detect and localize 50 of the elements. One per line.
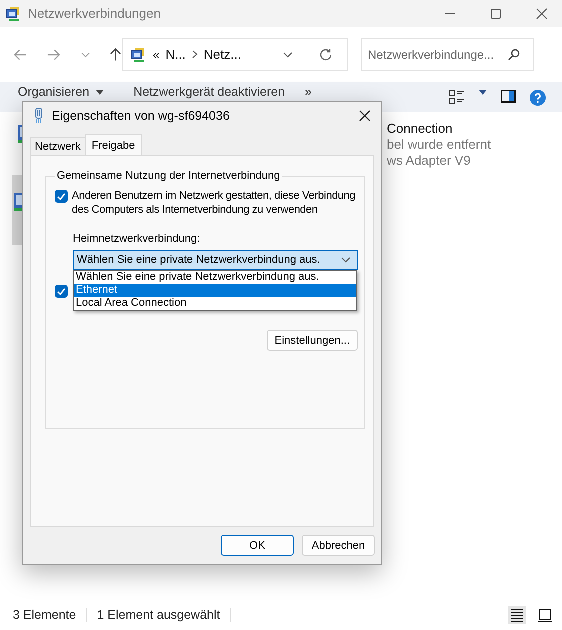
item-count: 3 Elemente xyxy=(13,608,76,622)
connection-status: bel wurde entfernt xyxy=(387,137,492,153)
breadcrumb[interactable]: N... xyxy=(166,47,186,62)
window-title: Netzwerkverbindungen xyxy=(28,6,161,21)
menu-button[interactable]: Organisieren xyxy=(18,85,104,99)
maximize-icon[interactable] xyxy=(490,8,502,20)
address-bar[interactable]: « N... Netz... xyxy=(122,38,348,71)
help-icon[interactable] xyxy=(530,90,546,106)
ok-button[interactable]: OK xyxy=(221,535,294,556)
dropdown-option[interactable]: Ethernet xyxy=(74,284,356,297)
tiles-view-button[interactable] xyxy=(536,606,554,624)
chevron-down-icon[interactable] xyxy=(283,52,293,58)
caret-icon[interactable] xyxy=(479,90,487,95)
network-connections-icon xyxy=(131,46,147,62)
dropdown[interactable]: Wählen Sie eine private Netzwerkverbindung aus. xyxy=(73,250,358,270)
breadcrumb-overflow[interactable]: « xyxy=(153,48,160,62)
chevron-down-icon xyxy=(341,257,351,263)
checkbox[interactable] xyxy=(55,190,68,203)
toolbar-button[interactable]: Netzwerkgerät deaktivieren xyxy=(134,85,286,99)
connection-name: Connection xyxy=(387,121,454,137)
adapter-name: ws Adapter V9 xyxy=(387,153,472,169)
caret-icon xyxy=(96,90,104,94)
network-plug-icon xyxy=(34,108,44,124)
settings-button[interactable]: Einstellungen... xyxy=(266,330,358,351)
checkbox[interactable] xyxy=(55,285,68,298)
dropdown-option[interactable]: Local Area Connection xyxy=(74,297,356,310)
tab[interactable]: Netzwerk xyxy=(30,137,86,155)
close-icon[interactable] xyxy=(359,110,371,122)
more-commands-button[interactable]: » xyxy=(305,85,312,99)
details-view-button[interactable] xyxy=(508,606,526,624)
dropdown-option[interactable]: Wählen Sie eine private Netzwerkverbindung aus. xyxy=(74,271,356,284)
back-arrow-icon[interactable] xyxy=(14,48,28,60)
up-arrow-icon[interactable] xyxy=(110,48,122,62)
preview-pane-icon[interactable] xyxy=(501,90,516,103)
close-icon[interactable] xyxy=(536,8,548,20)
network-connections-icon xyxy=(6,6,22,22)
dialog-title: Eigenschaften von wg-sf694036 xyxy=(52,109,230,123)
checkbox-label: Anderen Benutzern im Netzwerk gestatten, diese Verbindung des Computers als Internetverbindung zu verwenden xyxy=(72,189,357,217)
search-field[interactable]: Netzwerkverbindunge... xyxy=(361,38,534,71)
cancel-button[interactable]: Abbrechen xyxy=(302,535,375,556)
history-chevron-icon[interactable] xyxy=(80,52,90,58)
field-label: Heimnetzwerkverbindung: xyxy=(73,233,202,245)
view-layout-icon[interactable] xyxy=(449,90,465,104)
breadcrumb[interactable]: Netz... xyxy=(204,47,242,62)
group-title: Gemeinsame Nutzung der Internetverbindung xyxy=(56,170,282,182)
refresh-icon[interactable] xyxy=(319,48,333,62)
selection-count: 1 Element ausgewählt xyxy=(97,608,220,622)
tab[interactable]: Freigabe xyxy=(84,134,142,155)
forward-arrow-icon[interactable] xyxy=(47,48,61,60)
chevron-right-icon xyxy=(192,50,198,59)
